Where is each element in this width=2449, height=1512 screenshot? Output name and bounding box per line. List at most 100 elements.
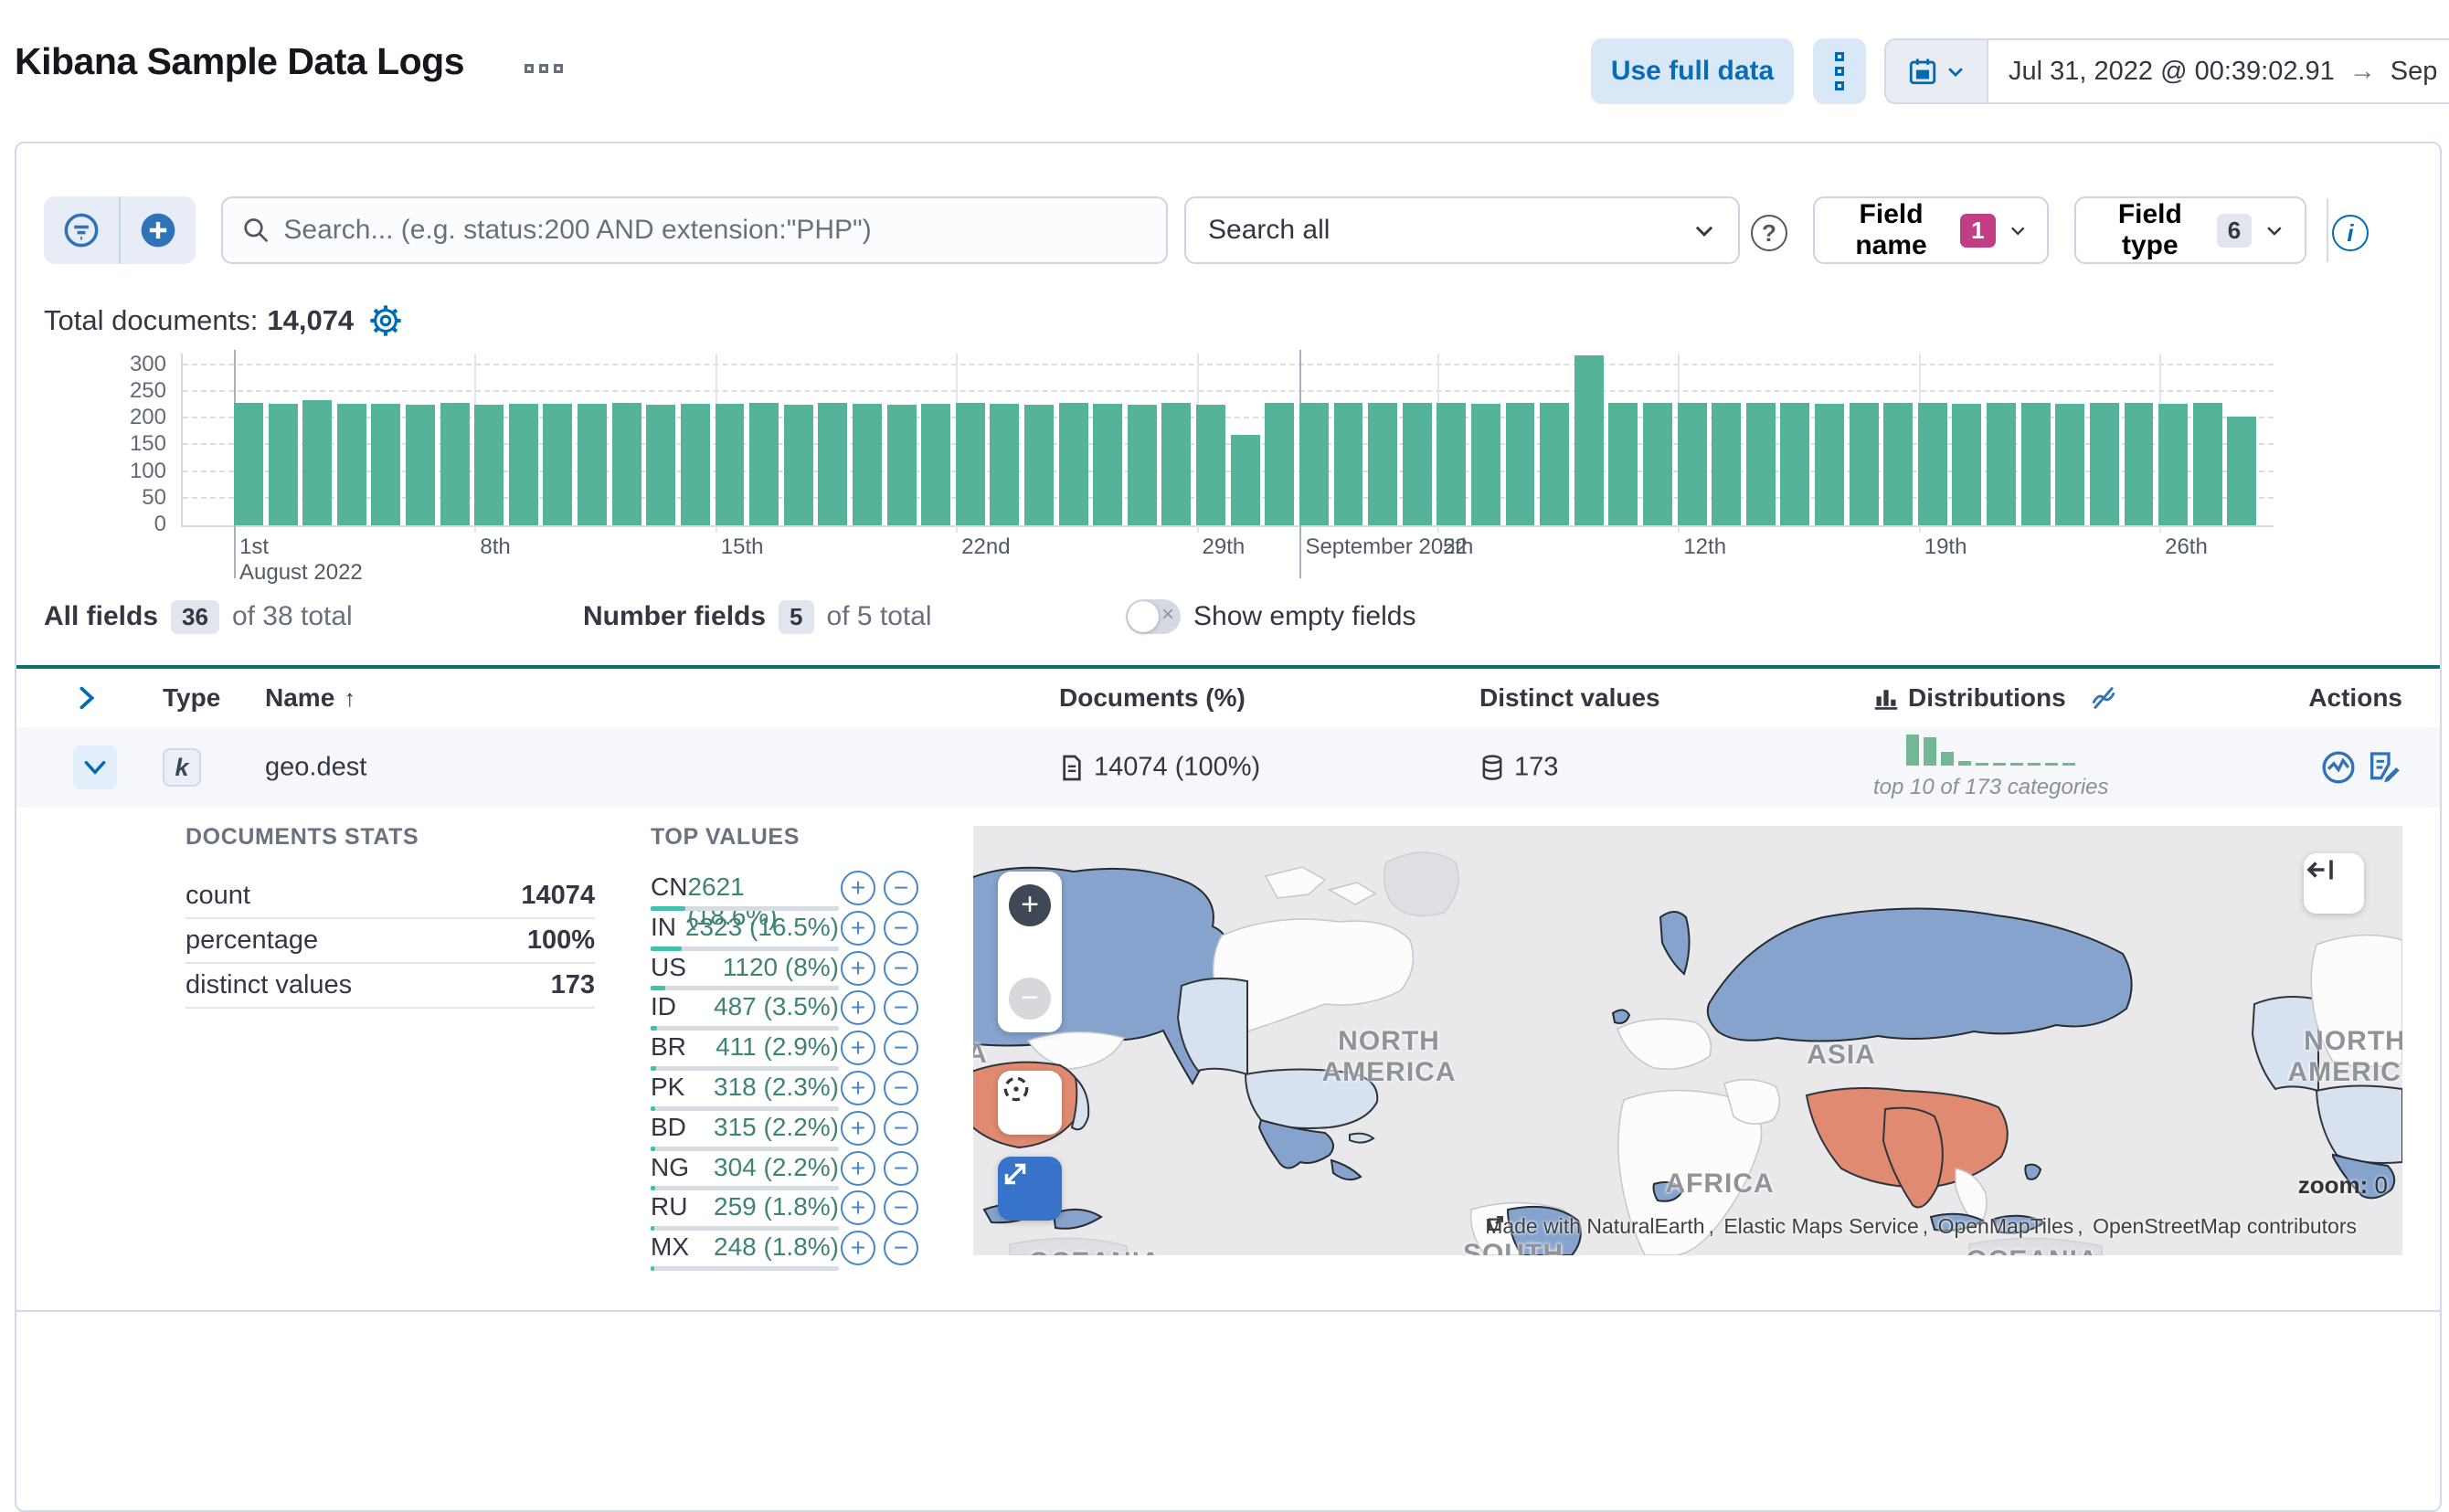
filter-out-value-button[interactable]: − — [884, 1231, 918, 1266]
filter-out-value-button[interactable]: − — [884, 1150, 918, 1186]
filter-for-value-button[interactable]: + — [841, 1110, 875, 1146]
show-empty-fields-label: Show empty fields — [1193, 601, 1416, 631]
show-empty-fields-toggle[interactable]: × — [1126, 599, 1181, 634]
add-filter-button[interactable] — [121, 196, 196, 264]
keyword-type-token: k — [163, 748, 201, 787]
map-label: NORTH AMERICA — [1321, 1026, 1457, 1087]
greenland — [1383, 851, 1459, 917]
column-header-documents[interactable]: Documents (%) — [1059, 683, 1246, 713]
stats-row: count 14074 — [186, 874, 595, 919]
info-icon[interactable]: i — [2332, 215, 2369, 251]
map-zoom-out-button[interactable]: − — [1009, 978, 1051, 1020]
documents-stats-table: count 14074 percentage 100% distinct values 1… — [186, 874, 595, 1009]
filter-out-value-button[interactable]: − — [884, 871, 918, 905]
syntax-help-icon[interactable]: ? — [1751, 215, 1787, 251]
map-expand-button[interactable] — [998, 1157, 1062, 1221]
filter-out-value-button[interactable]: − — [884, 1110, 918, 1146]
documents-cell: 14074 (100%) — [1059, 753, 1260, 783]
choropleth-map[interactable]: NORTH AMERICA NORTH AMERICA ASIA ASIA AFRICA… — [973, 826, 2402, 1255]
document-icon — [1063, 755, 1081, 780]
explore-in-lens-icon[interactable] — [2320, 749, 2357, 786]
field-type-filter-button[interactable]: Field type 6 — [2074, 196, 2306, 264]
documents-histogram[interactable]: 0 50 100 150 200 250 300 1st August 2022 8th 15th 2… — [130, 350, 2274, 585]
map-label: NORTH AMERICA — [2287, 1026, 2403, 1087]
field-name-filter-button[interactable]: Field name 1 — [1813, 196, 2049, 264]
map-zoom-controls: + − — [998, 872, 1062, 1032]
hide-distributions-icon[interactable] — [2088, 682, 2119, 714]
filter-out-value-button[interactable]: − — [884, 990, 918, 1026]
search-field-container — [221, 196, 1168, 264]
filter-for-value-button[interactable]: + — [841, 871, 875, 905]
map-label: OCEANIA — [1028, 1247, 1161, 1255]
filter-out-value-button[interactable]: − — [884, 1070, 918, 1105]
map-legend-collapse-button[interactable] — [2304, 853, 2364, 914]
field-row-geo-dest[interactable]: k geo.dest 14074 (100%) 173 top 10 of 17… — [16, 727, 2440, 808]
chevron-down-icon — [1948, 68, 1963, 78]
date-picker-calendar-segment[interactable] — [1886, 40, 1988, 102]
map-attribution[interactable]: Made with NaturalEarth, Elastic Maps Ser… — [1485, 1214, 2357, 1239]
distribution-caption: top 10 of 173 categories — [1873, 775, 2109, 799]
filter-for-value-button[interactable]: + — [841, 1150, 875, 1186]
date-range-picker[interactable]: Jul 31, 2022 @ 00:39:02.91 → Sep — [1884, 38, 2449, 104]
filter-out-value-button[interactable]: − — [884, 1031, 918, 1066]
top-values-section: TOP VALUES CN 2621 (18.6%) + − IN 2323 (16.5%… — [651, 824, 952, 1273]
date-range-end[interactable]: Sep — [2391, 57, 2438, 87]
distinct-values-cell: 173 — [1479, 753, 1558, 783]
attribution-link[interactable]: OpenMapTiles — [1938, 1214, 2074, 1239]
column-header-name[interactable]: Name ↑ — [265, 683, 355, 713]
filter-out-value-button[interactable]: − — [884, 950, 918, 986]
sort-ascending-icon: ↑ — [344, 683, 356, 712]
more-options-button[interactable] — [1813, 38, 1866, 104]
all-fields-summary: All fields 36 of 38 total — [44, 593, 353, 640]
number-fields-count-badge: 5 — [779, 599, 814, 634]
date-range-arrow-icon: → — [2348, 56, 2376, 86]
filter-for-value-button[interactable]: + — [841, 1031, 875, 1066]
chevron-down-icon — [84, 761, 106, 775]
map-fit-to-data-button[interactable] — [998, 1071, 1062, 1135]
attribution-link[interactable]: OpenStreetMap contributors — [2093, 1214, 2357, 1239]
histogram-bars[interactable] — [183, 354, 2274, 525]
bar-chart-icon — [1874, 690, 1898, 710]
attribution-link[interactable]: Elastic Maps Service — [1723, 1214, 1918, 1239]
search-scope-select[interactable]: Search all — [1184, 196, 1740, 264]
filter-for-value-button[interactable]: + — [841, 910, 875, 946]
database-icon — [1482, 754, 1502, 780]
field-name-cell[interactable]: geo.dest — [265, 753, 366, 783]
date-range-start[interactable]: Jul 31, 2022 @ 00:39:02.91 — [2009, 57, 2335, 87]
edit-field-icon[interactable] — [2366, 749, 2402, 786]
stats-row: distinct values 173 — [186, 964, 595, 1009]
total-documents: Total documents: 14,074 — [44, 303, 403, 338]
filter-for-value-button[interactable]: + — [841, 1231, 875, 1266]
filter-for-value-button[interactable]: + — [841, 990, 875, 1026]
top-values-list: CN 2621 (18.6%) + − IN 2323 (16.5%) + − US 1120 (… — [651, 871, 952, 1273]
row-separator — [16, 1310, 2440, 1312]
map-zoom-in-button[interactable]: + — [1009, 884, 1051, 926]
filter-for-value-button[interactable]: + — [841, 950, 875, 986]
search-input[interactable] — [283, 215, 1148, 246]
toggle-off-x-icon: × — [1161, 602, 1174, 627]
filter-out-value-button[interactable]: − — [884, 1190, 918, 1226]
total-documents-value: 14,074 — [267, 304, 355, 336]
expand-all-button[interactable] — [73, 684, 101, 712]
filter-for-value-button[interactable]: + — [841, 1070, 875, 1105]
total-documents-label: Total documents: — [44, 304, 259, 336]
field-name-filter-count-badge: 1 — [1960, 213, 1996, 248]
use-full-data-button[interactable]: Use full data — [1591, 38, 1794, 104]
attribution-link[interactable]: Made with NaturalEarth — [1485, 1214, 1704, 1239]
filter-out-value-button[interactable]: − — [884, 910, 918, 946]
distribution-preview[interactable]: top 10 of 173 categories — [1873, 735, 2109, 800]
filter-for-value-button[interactable]: + — [841, 1190, 875, 1226]
number-fields-summary: Number fields 5 of 5 total — [583, 593, 932, 640]
column-header-distinct-values[interactable]: Distinct values — [1479, 683, 1660, 713]
page-title: Kibana Sample Data Logs — [15, 40, 465, 82]
gear-icon[interactable] — [368, 303, 403, 338]
collapse-row-button[interactable] — [73, 745, 117, 789]
plus-circle-icon — [141, 213, 175, 248]
top-value-row: MX 248 (1.8%) + − — [651, 1231, 918, 1273]
page-options-icon[interactable] — [525, 64, 563, 73]
top-bar: Kibana Sample Data Logs Use full data Ju… — [0, 0, 2449, 142]
search-icon — [244, 218, 269, 243]
top-value-row: IN 2323 (16.5%) + − — [651, 910, 918, 953]
field-filters-button[interactable] — [44, 196, 121, 264]
column-header-type[interactable]: Type — [163, 683, 220, 713]
